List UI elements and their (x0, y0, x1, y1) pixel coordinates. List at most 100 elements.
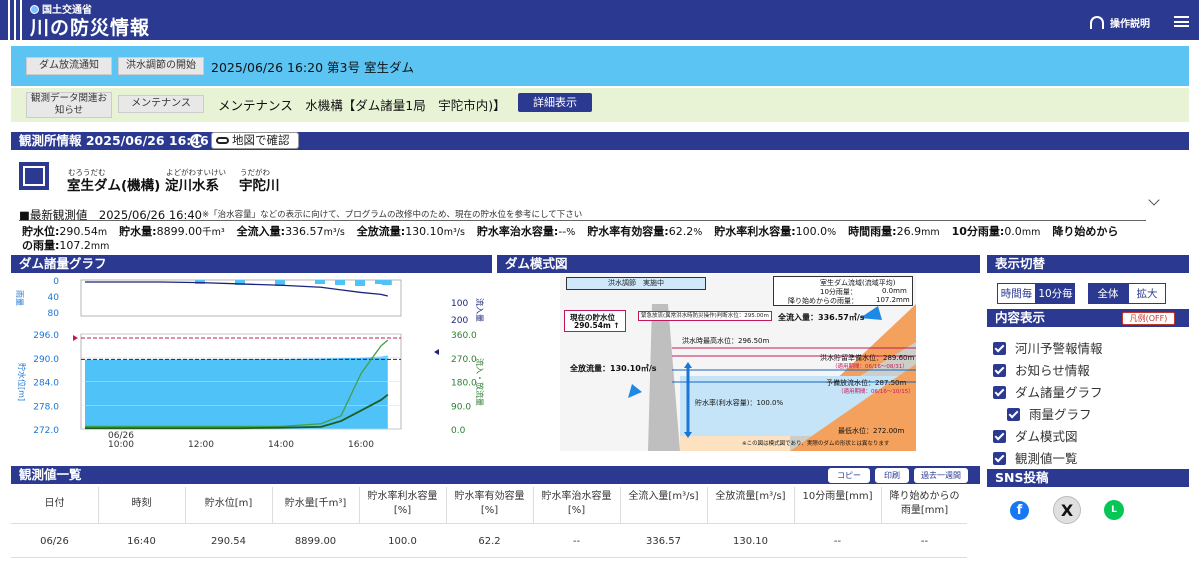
table-cell: -- (833, 536, 842, 547)
rain-bar (381, 280, 392, 285)
header-stripe (14, 0, 16, 40)
value-7: 時間雨量:26.9mm (848, 225, 940, 238)
notice-tag-maintenance: メンテナンス (118, 95, 204, 113)
rain-bar (315, 280, 325, 284)
rain-axis-label: 雨量 (15, 290, 24, 306)
table-cell: 100.0 (388, 536, 417, 547)
table-cell: 8899.00 (294, 536, 337, 547)
outflow-label: 全放流量：130.10㎥/s (570, 364, 657, 373)
checkbox-icon (993, 386, 1006, 399)
table-header: 日付 (44, 498, 65, 509)
alert-tag-flood: 洪水調節の開始 (118, 57, 204, 75)
max-level-label: 洪水時最高水位：296.50m (682, 337, 770, 345)
facebook-icon[interactable]: f (1010, 501, 1029, 520)
checkbox-river-warning[interactable]: 河川予警報情報 (993, 338, 1103, 357)
rain-plot-frame (80, 279, 402, 317)
flood-control-status: 洪水調節 実施中 (566, 277, 706, 290)
table-cell: 130.10 (733, 536, 768, 547)
table-header: 貯水率治水容量[%] (541, 491, 612, 516)
headset-icon (1090, 16, 1104, 29)
water-system: 淀川水系 (165, 178, 219, 194)
mlit-logo-icon (19, 162, 49, 190)
site-title[interactable]: 川の防災情報 (30, 13, 150, 40)
value-6: 貯水率利水容量:100.0% (714, 225, 837, 238)
flood-store-period: （適用期間：06/16〜08/31） (832, 364, 908, 370)
x-icon[interactable]: X (1053, 496, 1081, 524)
table-header: 10分雨量[mm] (802, 491, 873, 502)
station-info-title: 観測所情報 2025/06/26 16:46 (19, 133, 209, 148)
help-link[interactable]: 操作説明 (1090, 15, 1150, 30)
emergency-level: 緊急放流(異常洪水時防災操作)判断水位：295.00m (638, 311, 772, 321)
rain-tick: 0 (53, 277, 59, 287)
dam-graph: 0 40 80 100 200 296.0 290.0 284.0 278.0 272.0 360.… (11, 274, 491, 457)
x-tick: 10:00 (108, 440, 134, 450)
graph-title: ダム諸量グラフ (19, 256, 107, 271)
level-tick: 272.0 (33, 426, 59, 436)
hourly-tab[interactable]: 時間毎 (997, 283, 1036, 304)
x-tick: 12:00 (188, 440, 214, 450)
checkbox-dam-diagram[interactable]: ダム模式図 (993, 426, 1078, 445)
prelim-period: （適用期間：06/16〜10/15） (838, 389, 914, 395)
refresh-icon[interactable] (190, 134, 204, 148)
detail-button[interactable]: 詳細表示 (518, 93, 592, 112)
chevron-down-icon[interactable] (1148, 194, 1160, 206)
line-icon[interactable]: L (1104, 500, 1124, 520)
value-1: 貯水量:8899.00千m³ (119, 225, 225, 238)
map-button[interactable]: 地図で確認 (211, 132, 299, 149)
latest-values: 貯水位:290.54m 貯水量:8899.00千m³ 全流入量:336.57m³/s… (22, 225, 1122, 253)
site-header (0, 0, 1199, 40)
menu-icon[interactable] (1174, 16, 1189, 27)
volume-tick: 0.0 (451, 426, 466, 436)
copy-button[interactable]: コピー (828, 468, 870, 483)
diagram-title: ダム模式図 (505, 256, 568, 271)
table-header: 全流入量[m³/s] (628, 491, 699, 502)
checkbox-icon (993, 364, 1006, 377)
switch-bar: 表示切替 (987, 255, 1189, 273)
checkbox-notice[interactable]: お知らせ情報 (993, 360, 1090, 379)
latest-note: ※「治水容量」などの表示に向けて、プログラムの改修中のため、現在の貯水位を参考に… (202, 210, 583, 220)
table-header: 時刻 (131, 498, 152, 509)
table-cell: -- (920, 536, 929, 547)
sns-bar: SNS投稿 (987, 469, 1189, 487)
legend-button[interactable]: 凡例(OFF) (1122, 312, 1175, 325)
flow-tick: 100 (451, 299, 468, 309)
flow-tick: 200 (451, 316, 468, 326)
zoom-tab[interactable]: 拡大 (1128, 283, 1166, 304)
ten-min-tab[interactable]: 10分毎 (1036, 283, 1075, 304)
checkbox-observation-list[interactable]: 観測値一覧 (993, 448, 1078, 467)
whole-tab[interactable]: 全体 (1088, 283, 1128, 304)
divider (19, 220, 1146, 221)
table-header: 貯水率有効容量[%] (454, 491, 525, 516)
table-cell: 336.57 (646, 536, 681, 547)
table-cell: 62.2 (478, 536, 501, 547)
table-header: 貯水率利水容量[%] (367, 491, 438, 516)
x-tick: 16:00 (348, 440, 374, 450)
table-header: 降り始めからの雨量[mm] (889, 491, 960, 516)
value-0: 貯水位:290.54m (22, 225, 108, 238)
table-cell: -- (572, 536, 581, 547)
volume-tick: 90.0 (451, 402, 471, 412)
level-tick: 284.0 (33, 379, 59, 389)
past-week-button[interactable]: 過去一週間 (914, 468, 968, 483)
print-button[interactable]: 印刷 (875, 468, 909, 483)
volume-tick: 180.0 (451, 379, 477, 389)
table-title: 観測値一覧 (19, 467, 82, 482)
checkbox-dam-graph[interactable]: ダム諸量グラフ (993, 382, 1103, 401)
table-header: 貯水量[千m³] (284, 498, 347, 509)
table-header: 貯水位[m] (204, 498, 253, 509)
table-header: 全放流量[m³/s] (715, 491, 786, 502)
rain-tick: 80 (48, 309, 60, 319)
station-info-bar: 観測所情報 2025/06/26 16:46 (11, 132, 1189, 150)
inflow-label: 全流入量：336.57㎥/s (778, 313, 865, 322)
storage-rate: 貯水率(利水容量)：100.0% (695, 399, 784, 407)
checkbox-icon (993, 430, 1006, 443)
dam-name: 室生ダム(機構) (67, 178, 161, 194)
table-cell: 06/26 (40, 536, 69, 547)
level-tick: 296.0 (33, 331, 59, 341)
alert-text[interactable]: 2025/06/26 16:20 第3号 室生ダム (211, 57, 414, 76)
volume-tick: 270.0 (451, 355, 477, 365)
graph-bar: ダム諸量グラフ (11, 255, 492, 273)
checkbox-rain-graph[interactable]: 雨量グラフ (1007, 404, 1092, 423)
min-level: 最低水位：272.00m (838, 427, 905, 435)
checkbox-icon (993, 452, 1006, 465)
